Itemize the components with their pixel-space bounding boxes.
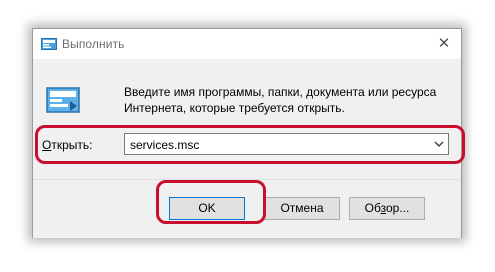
title-bar[interactable]: Выполнить ✕ (33, 29, 461, 59)
run-program-icon (46, 87, 80, 113)
cancel-button-label: Отмена (280, 201, 324, 215)
run-dialog: Выполнить ✕ Введите имя программы, папки… (32, 28, 462, 238)
close-icon: ✕ (437, 35, 451, 52)
cancel-button[interactable]: Отмена (264, 197, 340, 220)
open-combobox[interactable]: services.msc (124, 133, 449, 155)
open-label-accelerator: О (42, 138, 52, 152)
browse-button[interactable]: Обзор... (349, 197, 425, 220)
ok-button[interactable]: OK (169, 197, 245, 220)
window-title: Выполнить (62, 37, 125, 51)
browse-label-pre: Об (364, 201, 381, 215)
open-label-text: ткрыть: (51, 138, 93, 152)
browse-label-post: ор... (385, 201, 410, 215)
instruction-line-1: Введите имя программы, папки, документа … (124, 85, 437, 99)
instruction-line-2: Интернета, которые требуется открыть. (124, 101, 345, 115)
ok-button-label: OK (198, 201, 216, 215)
close-button[interactable]: ✕ (435, 35, 453, 53)
chevron-down-icon[interactable] (433, 138, 445, 150)
screenshot-stage: Выполнить ✕ Введите имя программы, папки… (0, 0, 495, 272)
open-input-value[interactable]: services.msc (130, 138, 199, 152)
instruction-text: Введите имя программы, папки, документа … (124, 84, 454, 116)
open-label: Открыть: (42, 138, 92, 152)
run-icon (41, 38, 57, 50)
browse-button-label: Обзор... (365, 201, 410, 215)
button-area: OK Отмена Обзор... (33, 179, 461, 238)
